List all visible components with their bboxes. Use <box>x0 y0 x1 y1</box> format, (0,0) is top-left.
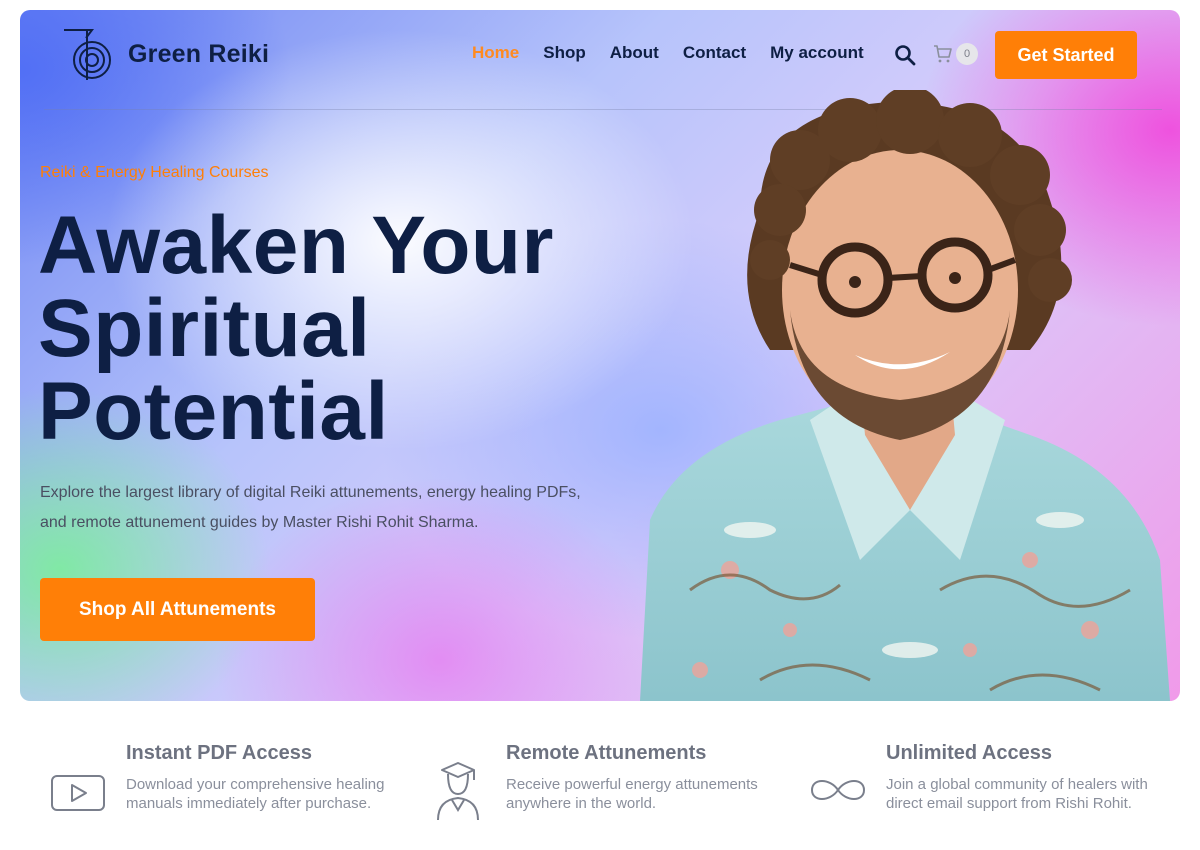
hero-description: Explore the largest library of digital R… <box>40 484 581 531</box>
nav-item-my-account[interactable]: My account <box>770 43 864 63</box>
feature-title: Remote Attunements <box>506 742 707 764</box>
headline-line: Spiritual <box>38 283 371 374</box>
cart-count-badge: 0 <box>956 43 978 65</box>
cart-button[interactable]: 0 <box>932 43 978 65</box>
nav-item-contact[interactable]: Contact <box>683 43 746 63</box>
feature-text: Join a global community of healers with … <box>886 776 1148 812</box>
main-nav: Home Shop About Contact My account <box>472 43 864 63</box>
nav-item-home[interactable]: Home <box>472 43 519 63</box>
headline-line: Potential <box>38 366 389 457</box>
feature-text: Receive powerful energy attunements anyw… <box>506 776 758 812</box>
graduate-icon <box>437 762 479 820</box>
cart-icon <box>934 45 952 63</box>
feature-instant-pdf: Instant PDF Access Download your compreh… <box>48 742 396 820</box>
get-started-button[interactable]: Get Started <box>995 31 1137 79</box>
hero-section: Green Reiki Home Shop About Contact My a… <box>20 10 1180 701</box>
feature-title: Unlimited Access <box>886 742 1052 764</box>
search-button[interactable] <box>894 44 916 66</box>
brand-name: Green Reiki <box>128 39 270 68</box>
nav-item-shop[interactable]: Shop <box>543 43 586 63</box>
brand-logo[interactable]: Green Reiki <box>62 26 269 82</box>
hero-portrait-image <box>640 90 1170 701</box>
hero-eyebrow: Reiki & Energy Healing Courses <box>40 164 269 181</box>
feature-text: Download your comprehensive healing manu… <box>126 776 385 812</box>
feature-title: Instant PDF Access <box>126 742 312 764</box>
hero-headline: Awaken Your Spiritual Potential <box>38 204 658 453</box>
play-video-icon <box>51 775 105 811</box>
shop-all-attunements-button[interactable]: Shop All Attunements <box>40 578 315 641</box>
reiki-spiral-icon <box>64 29 111 80</box>
search-icon <box>895 45 916 66</box>
feature-unlimited-access: Unlimited Access Join a global community… <box>808 742 1156 820</box>
infinity-icon <box>810 780 866 800</box>
nav-item-about[interactable]: About <box>610 43 659 63</box>
feature-remote-attunements: Remote Attunements Receive powerful ener… <box>428 742 776 820</box>
headline-line: Awaken Your <box>38 200 554 291</box>
